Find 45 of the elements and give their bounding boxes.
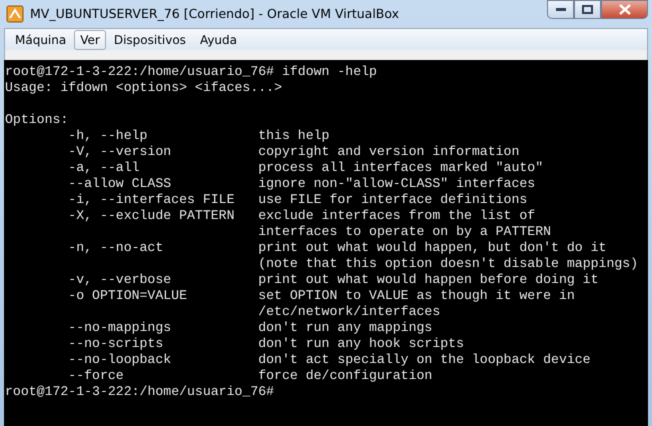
window-title: MV_UBUNTUSERVER_76 [Corriendo] - Oracle VM VirtualBox — [30, 4, 400, 23]
option-name: -v, --verbose — [68, 272, 172, 288]
option-description: don't act specially on the loopback device — [258, 352, 591, 368]
option-description: print out what would happen before doing it — [258, 272, 599, 288]
option-name: -n, --no-act — [68, 240, 164, 256]
option-name: --no-scripts — [68, 336, 164, 352]
option-name: -h, --help — [68, 128, 148, 144]
option-name: --allow CLASS — [68, 176, 172, 192]
option-name: -V, --version — [68, 144, 172, 160]
option-description: ignore non-"allow-CLASS" interfaces — [258, 176, 536, 192]
option-description: /etc/network/interfaces — [258, 304, 440, 320]
option-name: -o OPTION=VALUE — [68, 288, 188, 304]
option-description: force de/configuration — [258, 368, 432, 384]
option-description: (note that this option doesn't disable mappings) — [258, 256, 638, 272]
terminal-line: root@172-1-3-222:/home/usuario_76# — [5, 384, 274, 400]
menu-item[interactable]: Ver — [74, 30, 106, 50]
close-button[interactable] — [601, 0, 648, 19]
option-description: copyright and version information — [258, 144, 520, 160]
maximize-icon — [582, 5, 593, 14]
option-description: don't run any hook scripts — [258, 336, 464, 352]
option-description: print out what would happen, but don't do it — [258, 240, 606, 256]
option-description: process all interfaces marked "auto" — [258, 160, 544, 176]
minimize-icon — [556, 8, 566, 12]
terminal-line: root@172-1-3-222:/home/usuario_76# ifdown -help — [5, 64, 377, 80]
option-description: exclude interfaces from the list of — [258, 208, 536, 224]
option-description: don't run any mappings — [258, 320, 432, 336]
option-name: -a, --all — [68, 160, 140, 176]
option-description: use FILE for interface definitions — [258, 192, 528, 208]
option-description: set OPTION to VALUE as though it were in — [258, 288, 575, 304]
option-name: --force — [68, 368, 124, 384]
option-description: this help — [258, 128, 330, 144]
option-name: --no-mappings — [68, 320, 172, 336]
minimize-button[interactable] — [547, 0, 574, 19]
close-icon — [618, 4, 630, 15]
terminal-line: Usage: ifdown <options> <ifaces...> — [5, 80, 282, 96]
menu-item[interactable]: Ayuda — [194, 30, 244, 50]
option-description: interfaces to operate on by a PATTERN — [258, 224, 552, 240]
option-name: -i, --interfaces FILE — [68, 192, 234, 208]
option-name: --no-loopback — [68, 352, 172, 368]
terminal-line: Options: — [5, 112, 68, 128]
maximize-button[interactable] — [574, 0, 601, 19]
menu-item[interactable]: Máquina — [9, 30, 72, 50]
app-icon — [6, 5, 24, 23]
menu-item[interactable]: Dispositivos — [108, 30, 192, 50]
option-name: -X, --exclude PATTERN — [68, 208, 234, 224]
